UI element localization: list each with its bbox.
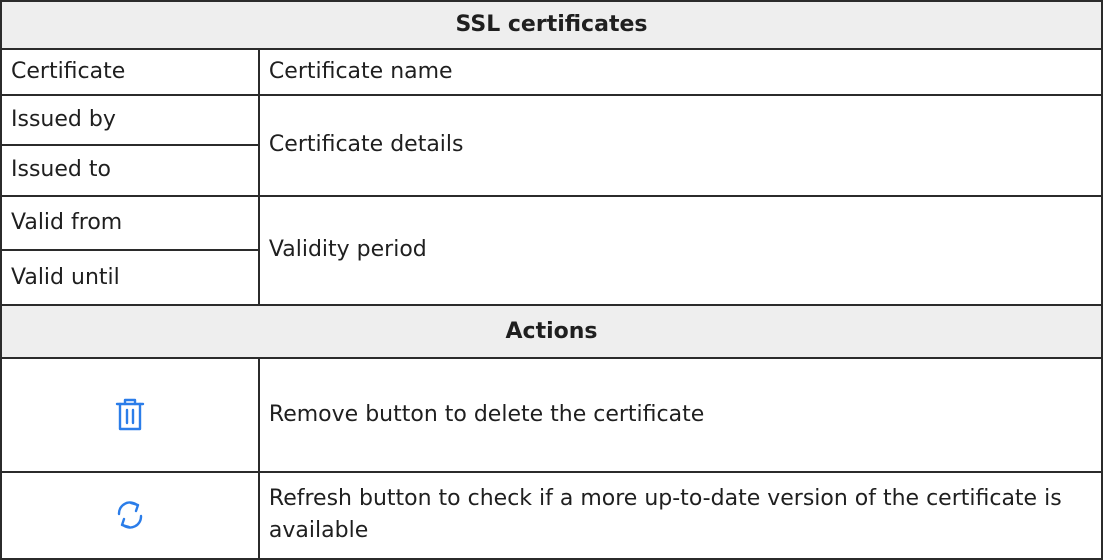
- table-header-row: SSL certificates: [0, 0, 1103, 51]
- refresh-icon-cell: [0, 470, 260, 560]
- issued-by-label: Issued by: [0, 93, 260, 147]
- trash-icon: [115, 398, 145, 430]
- remove-icon-cell: [0, 356, 260, 473]
- ssl-certificates-table: SSL certificates Certificate Certificate…: [0, 0, 1103, 560]
- actions-heading: Actions: [0, 304, 1103, 359]
- table-row: Remove button to delete the certificate: [0, 356, 1103, 473]
- table-row: Refresh button to check if a more up-to-…: [0, 470, 1103, 560]
- valid-until-label: Valid until: [0, 249, 260, 307]
- table-header-row: Actions: [0, 304, 1103, 359]
- issued-to-label: Issued to: [0, 144, 260, 197]
- certificate-details-description: Certificate details: [257, 93, 1103, 197]
- validity-period-description: Validity period: [257, 194, 1103, 307]
- certificate-label: Certificate: [0, 48, 260, 96]
- remove-button-description: Remove button to delete the certificate: [257, 356, 1103, 473]
- table-row: Certificate Certificate name: [0, 48, 1103, 96]
- ssl-certificates-heading: SSL certificates: [0, 0, 1103, 51]
- certificate-description: Certificate name: [257, 48, 1103, 96]
- refresh-button-description: Refresh button to check if a more up-to-…: [257, 470, 1103, 560]
- table-row: Issued by Certificate details: [0, 93, 1103, 197]
- table-row: Valid from Validity period: [0, 194, 1103, 307]
- refresh-icon: [117, 501, 143, 529]
- valid-from-label: Valid from: [0, 194, 260, 252]
